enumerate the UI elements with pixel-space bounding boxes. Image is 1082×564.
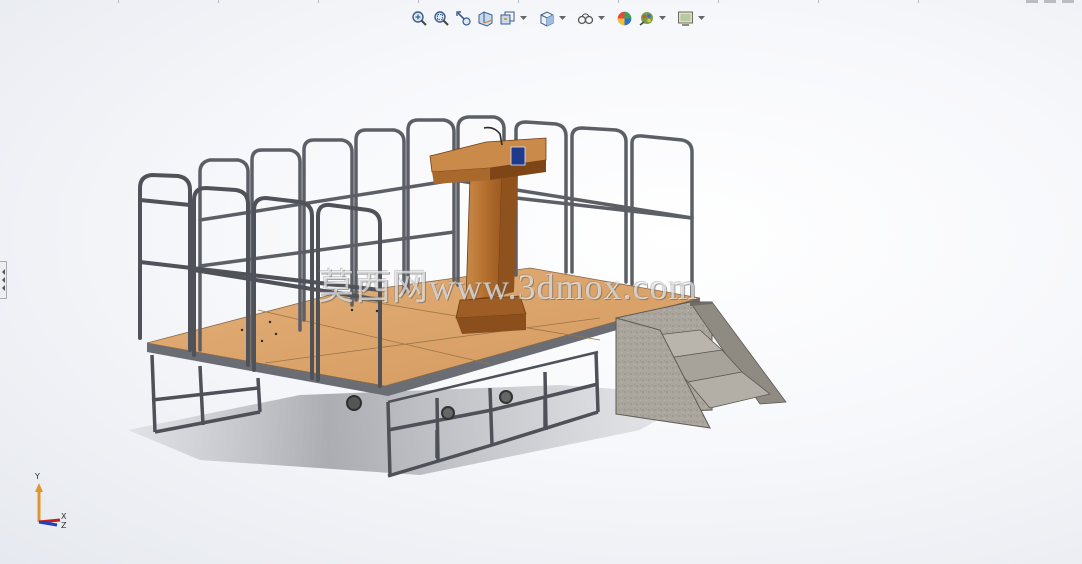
axis-triad-icon — [35, 483, 61, 527]
podium-emblem — [510, 146, 526, 166]
reference-triad: Y X Z — [24, 472, 76, 534]
triad-y-label: Y — [35, 472, 40, 481]
triad-z-label: Z — [61, 521, 67, 530]
ground-shadow — [128, 385, 700, 475]
triad-x-label: X — [61, 512, 67, 521]
model-viewport[interactable] — [0, 0, 1082, 564]
stage-stairs — [615, 301, 787, 429]
